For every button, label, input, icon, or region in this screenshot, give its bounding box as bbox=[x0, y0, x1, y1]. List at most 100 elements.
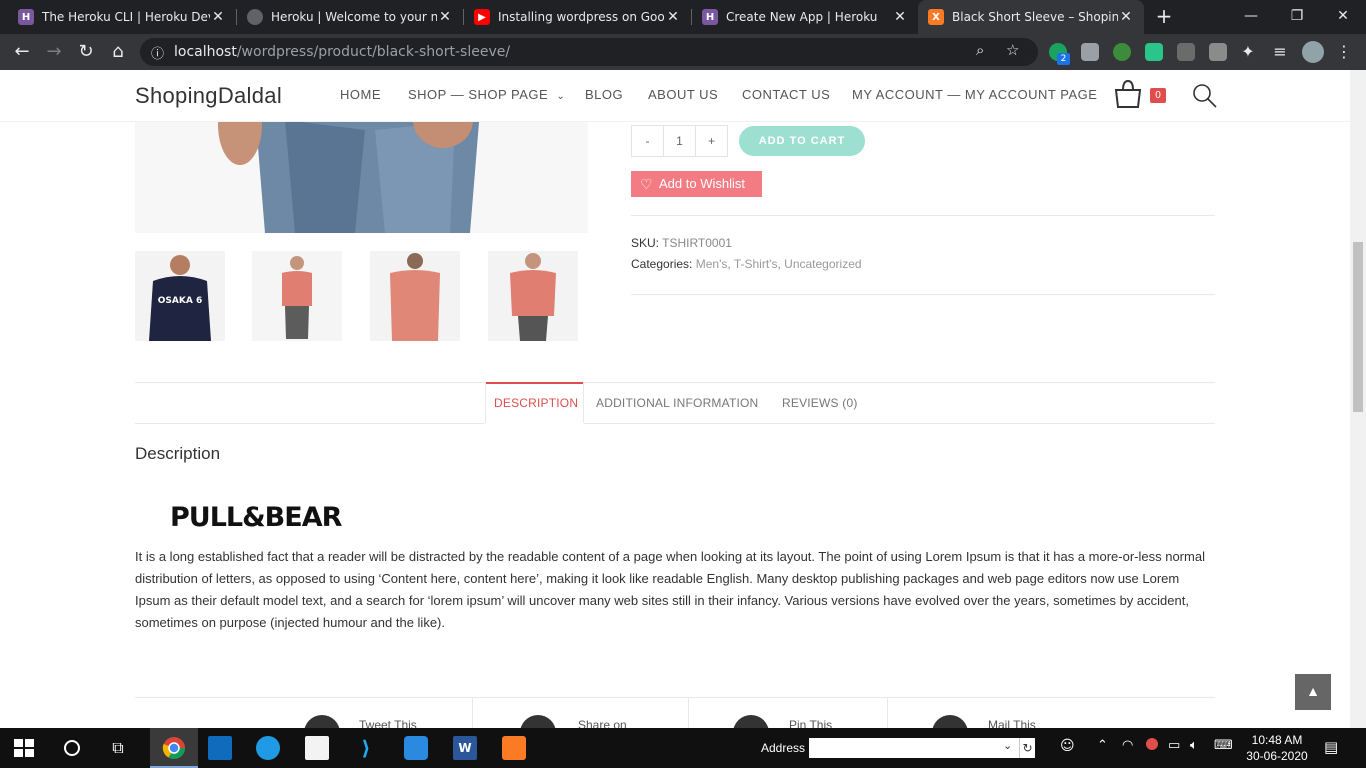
category-link[interactable]: Men's bbox=[696, 257, 728, 271]
share-label: Share on bbox=[578, 718, 627, 728]
extension-icon[interactable] bbox=[1113, 43, 1131, 61]
cart-count-badge: 0 bbox=[1150, 88, 1166, 103]
share-label: Mail This bbox=[988, 718, 1036, 728]
browser-tab[interactable]: Heroku | Welcome to your new ✕ bbox=[237, 0, 463, 34]
windows-taskbar: ⧉ ⟩ W Address ⌄ ↻ ☺ ⌃ ◠ ▭ 🔈︎ ⌨ 10:48 AM … bbox=[0, 728, 1366, 768]
reload-icon[interactable]: ↻ bbox=[72, 38, 100, 66]
product-thumbnail[interactable] bbox=[488, 251, 578, 341]
shield-icon[interactable] bbox=[404, 736, 428, 760]
category-link[interactable]: Uncategorized bbox=[784, 257, 861, 271]
system-clock[interactable]: 10:48 AM 30-06-2020 bbox=[1244, 732, 1310, 764]
address-toolbar-input[interactable]: ⌄ bbox=[809, 738, 1019, 758]
vscode-icon[interactable]: ⟩ bbox=[354, 736, 378, 760]
share-facebook[interactable]: Share on bbox=[520, 698, 660, 728]
chevron-up-icon[interactable]: ⌃ bbox=[1097, 738, 1108, 753]
nav-my-account[interactable]: MY ACCOUNT — MY ACCOUNT PAGE bbox=[852, 87, 1097, 102]
xampp-icon[interactable] bbox=[502, 736, 526, 760]
maximize-button[interactable]: ❐ bbox=[1274, 0, 1320, 32]
extension-icon[interactable] bbox=[1177, 43, 1195, 61]
profile-avatar[interactable] bbox=[1302, 41, 1324, 63]
back-icon[interactable]: ← bbox=[8, 38, 36, 66]
product-thumbnail[interactable] bbox=[252, 251, 342, 341]
url-path: /wordpress/product/black-short-sleeve/ bbox=[236, 44, 511, 60]
product-thumbnail[interactable]: OSAKA 6 bbox=[135, 251, 225, 341]
chrome-taskbar-item[interactable] bbox=[150, 728, 198, 768]
browser-tab[interactable]: ▶ Installing wordpress on Google ✕ bbox=[464, 0, 691, 34]
nav-home[interactable]: HOME bbox=[340, 87, 381, 102]
divider bbox=[631, 294, 1215, 295]
scrollbar-thumb[interactable] bbox=[1353, 242, 1363, 412]
heart-icon: ♡ bbox=[640, 176, 653, 192]
word-icon[interactable]: W bbox=[453, 736, 477, 760]
volume-icon[interactable]: 🔈︎ bbox=[1190, 738, 1198, 753]
nav-about-us[interactable]: ABOUT US bbox=[648, 87, 718, 102]
minimize-button[interactable]: — bbox=[1228, 0, 1274, 32]
bookmark-star-icon[interactable]: ☆ bbox=[1006, 41, 1019, 59]
scroll-to-top-button[interactable]: ▲ bbox=[1295, 674, 1331, 710]
extensions-puzzle-icon[interactable]: ✦ bbox=[1234, 38, 1262, 66]
close-icon[interactable]: ✕ bbox=[892, 9, 908, 25]
close-icon[interactable]: ✕ bbox=[1118, 9, 1134, 25]
mail-icon[interactable] bbox=[208, 736, 232, 760]
close-icon[interactable]: ✕ bbox=[665, 9, 681, 25]
share-twitter[interactable]: Tweet This bbox=[304, 698, 444, 728]
address-go-icon[interactable]: ↻ bbox=[1019, 738, 1035, 758]
store-icon[interactable] bbox=[305, 736, 329, 760]
home-icon[interactable]: ⌂ bbox=[104, 38, 132, 66]
browser-tab-active[interactable]: X Black Short Sleeve – ShopingD ✕ bbox=[918, 0, 1144, 34]
windows-start-icon[interactable] bbox=[12, 736, 36, 760]
more-menu-icon[interactable]: ⋮ bbox=[1330, 38, 1358, 66]
thumbnail-photo bbox=[252, 251, 342, 341]
quantity-plus-button[interactable]: + bbox=[695, 126, 727, 156]
close-window-button[interactable]: ✕ bbox=[1320, 0, 1366, 32]
search-icon[interactable] bbox=[1192, 83, 1218, 109]
heroku-icon: H bbox=[18, 9, 34, 25]
category-link[interactable]: T-Shirt's bbox=[734, 257, 778, 271]
browser-tab[interactable]: H Create New App | Heroku ✕ bbox=[692, 0, 918, 34]
heroku-icon: H bbox=[702, 9, 718, 25]
search-icon[interactable] bbox=[60, 736, 84, 760]
nav-blog[interactable]: BLOG bbox=[585, 87, 623, 102]
wifi-icon[interactable]: ◠ bbox=[1122, 738, 1133, 753]
nav-shop[interactable]: SHOP — SHOP PAGE ⌄ bbox=[408, 87, 565, 102]
task-view-icon[interactable]: ⧉ bbox=[106, 736, 130, 760]
info-icon[interactable]: ⓘ bbox=[151, 43, 164, 62]
tab-additional-information[interactable]: ADDITIONAL INFORMATION bbox=[596, 396, 758, 410]
chevron-down-icon[interactable]: ⌄ bbox=[1003, 739, 1012, 752]
keyboard-icon[interactable]: ⌨ bbox=[1214, 738, 1233, 753]
clock-time: 10:48 AM bbox=[1251, 733, 1303, 747]
people-icon[interactable]: ☺ bbox=[1060, 738, 1075, 754]
tab-description[interactable]: DESCRIPTION bbox=[494, 396, 578, 410]
forward-icon[interactable]: → bbox=[40, 38, 68, 66]
browser-tab[interactable]: H The Heroku CLI | Heroku Dev C ✕ bbox=[8, 0, 236, 34]
add-to-wishlist-button[interactable]: ♡ Add to Wishlist bbox=[631, 171, 762, 197]
cart-icon[interactable] bbox=[1112, 78, 1144, 110]
product-thumbnail[interactable] bbox=[370, 251, 460, 341]
close-icon[interactable]: ✕ bbox=[437, 9, 453, 25]
tab-reviews[interactable]: REVIEWS (0) bbox=[782, 396, 858, 410]
antivirus-alert-icon[interactable] bbox=[1146, 738, 1158, 750]
add-to-cart-button[interactable]: ADD TO CART bbox=[739, 126, 865, 156]
tab-border bbox=[485, 382, 486, 423]
edge-icon[interactable] bbox=[256, 736, 280, 760]
quantity-input[interactable]: 1 bbox=[663, 126, 695, 156]
page-scrollbar[interactable] bbox=[1350, 70, 1366, 728]
share-pinterest[interactable]: Pin This bbox=[733, 698, 873, 728]
battery-icon[interactable]: ▭ bbox=[1168, 738, 1180, 753]
media-queue-icon[interactable]: ≡ bbox=[1266, 38, 1294, 66]
site-logo[interactable]: ShopingDaldal bbox=[135, 83, 282, 109]
extension-icon[interactable] bbox=[1209, 43, 1227, 61]
close-icon[interactable]: ✕ bbox=[210, 9, 226, 25]
new-tab-button[interactable]: + bbox=[1150, 0, 1178, 32]
vue-devtools-icon[interactable] bbox=[1081, 43, 1099, 61]
extension-icon[interactable] bbox=[1145, 43, 1163, 61]
share-mail[interactable]: Mail This bbox=[932, 698, 1072, 728]
web-page: OSAKA 6 - 1 + ADD TO CART ♡ Add to Wishl… bbox=[0, 70, 1350, 728]
nav-contact-us[interactable]: CONTACT US bbox=[742, 87, 830, 102]
xampp-icon: X bbox=[928, 9, 944, 25]
sku-line: SKU: TSHIRT0001 bbox=[631, 236, 732, 250]
zoom-search-icon[interactable]: ⌕ bbox=[976, 41, 984, 59]
quantity-minus-button[interactable]: - bbox=[632, 126, 663, 156]
notifications-icon[interactable]: ▤ bbox=[1324, 738, 1338, 756]
address-bar[interactable]: ⓘ localhost/wordpress/product/black-shor… bbox=[140, 38, 1038, 66]
